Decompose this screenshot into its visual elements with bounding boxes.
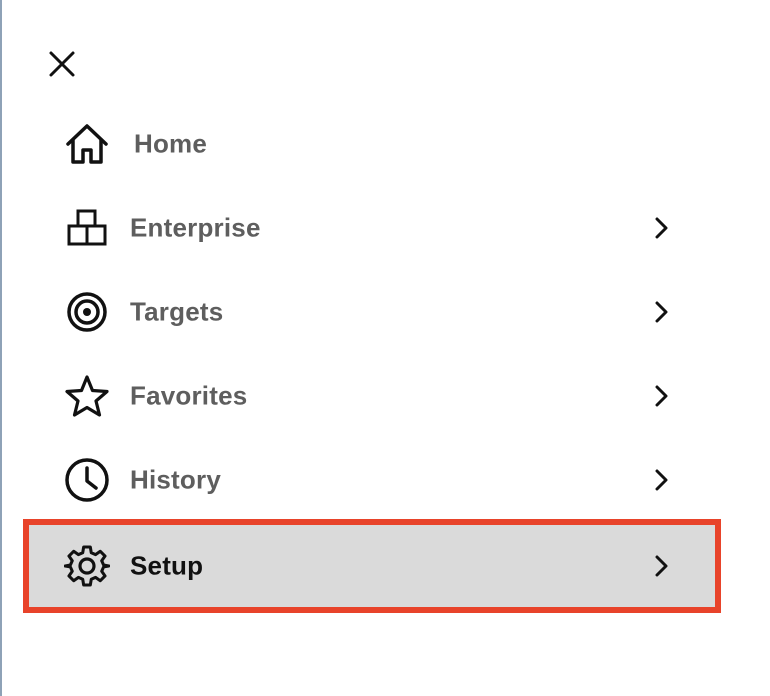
navigation-menu: Home Enterprise Targets Favorites Histor… (23, 102, 721, 613)
menu-item-label: Targets (130, 296, 224, 327)
menu-item-enterprise[interactable]: Enterprise (26, 186, 718, 270)
chevron-right-icon (650, 300, 674, 324)
target-icon (64, 289, 110, 335)
menu-item-targets[interactable]: Targets (26, 270, 718, 354)
menu-item-label: Enterprise (130, 212, 261, 243)
chevron-right-icon (650, 554, 674, 578)
chevron-right-icon (650, 216, 674, 240)
clock-icon (64, 457, 110, 503)
navigation-panel: Home Enterprise Targets Favorites Histor… (0, 0, 770, 696)
menu-item-label: History (130, 464, 221, 495)
close-icon (49, 51, 75, 77)
gear-icon (64, 543, 110, 589)
menu-item-setup[interactable]: Setup (23, 519, 721, 613)
home-icon (64, 121, 110, 167)
menu-item-label: Setup (130, 550, 204, 581)
chevron-right-icon (650, 384, 674, 408)
enterprise-icon (64, 205, 110, 251)
star-icon (64, 373, 110, 419)
menu-item-home[interactable]: Home (26, 102, 718, 186)
close-button[interactable] (42, 44, 82, 84)
menu-item-favorites[interactable]: Favorites (26, 354, 718, 438)
menu-item-label: Favorites (130, 380, 248, 411)
chevron-right-icon (650, 468, 674, 492)
menu-item-history[interactable]: History (26, 438, 718, 522)
menu-item-label: Home (134, 128, 208, 159)
